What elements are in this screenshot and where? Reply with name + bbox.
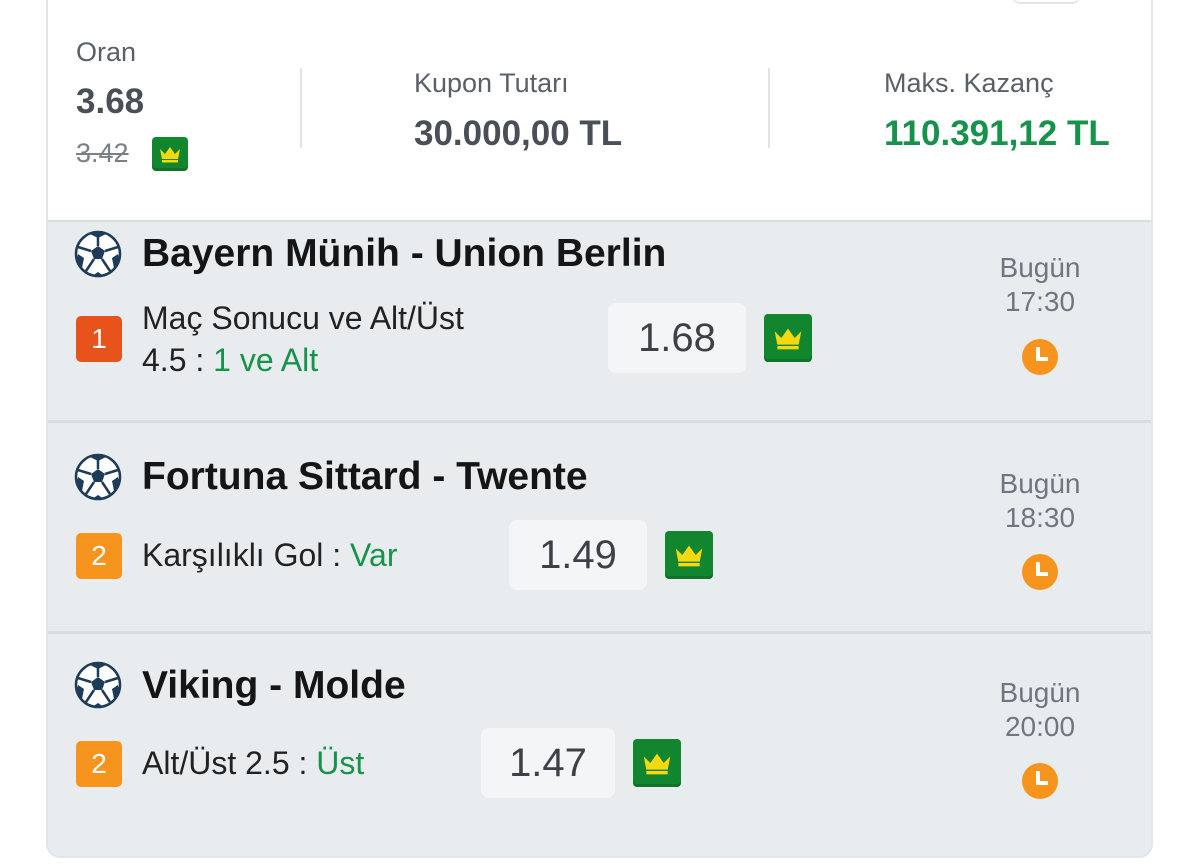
match-title: Fortuna Sittard - Twente bbox=[142, 455, 588, 498]
clock-icon bbox=[1022, 763, 1058, 799]
match-row[interactable]: Bayern Münih - Union Berlin 1 Maç Sonucu… bbox=[48, 222, 1151, 442]
max-win-label: Maks. Kazanç bbox=[884, 68, 1054, 98]
bet-pick: Üst bbox=[316, 745, 365, 781]
old-odds-value: 3.42 bbox=[76, 138, 129, 168]
match-title: Bayern Münih - Union Berlin bbox=[142, 232, 667, 275]
stake-label: Kupon Tutarı bbox=[414, 68, 569, 98]
match-day: Bugün bbox=[999, 252, 1081, 283]
selection-number-badge: 2 bbox=[76, 741, 122, 787]
bet-selection-line: 4.5 : 1 ve Alt bbox=[142, 339, 464, 381]
odds-value: 3.68 bbox=[76, 82, 145, 121]
match-time: 20:00 bbox=[1004, 711, 1076, 742]
selection-number-badge: 2 bbox=[76, 533, 122, 579]
crown-icon bbox=[665, 531, 713, 579]
clock-icon bbox=[1022, 339, 1058, 375]
crown-icon bbox=[633, 739, 681, 787]
soccer-ball-icon bbox=[74, 230, 122, 278]
bet-market: Maç Sonucu ve Alt/Üst bbox=[142, 300, 464, 336]
odds-box[interactable]: 1.47 bbox=[481, 728, 615, 798]
bet-market: Karşılıklı Gol : bbox=[142, 537, 351, 573]
match-time: 17:30 bbox=[1004, 286, 1076, 317]
match-day: Bugün bbox=[999, 677, 1081, 708]
selection-number-badge: 1 bbox=[76, 316, 122, 362]
summary-divider bbox=[768, 68, 770, 148]
bet-pick: Var bbox=[350, 537, 398, 573]
soccer-ball-icon bbox=[74, 661, 122, 709]
odds-box[interactable]: 1.49 bbox=[509, 520, 647, 590]
match-day: Bugün bbox=[999, 468, 1081, 499]
stake-value: 30.000,00 TL bbox=[414, 114, 623, 153]
bet-market: Alt/Üst 2.5 : bbox=[142, 745, 317, 781]
odds-box[interactable]: 1.68 bbox=[608, 303, 746, 373]
crown-icon bbox=[152, 137, 188, 171]
bet-description: Karşılıklı Gol : Var bbox=[142, 534, 397, 576]
odds-label: Oran bbox=[76, 37, 137, 67]
soccer-ball-icon bbox=[74, 453, 122, 501]
collapse-handle bbox=[1011, 0, 1081, 4]
clock-icon bbox=[1022, 554, 1058, 590]
match-row[interactable]: Viking - Molde 2 Alt/Üst 2.5 : Üst 1.47 … bbox=[48, 634, 1151, 856]
bet-description: Alt/Üst 2.5 : Üst bbox=[142, 742, 364, 784]
match-title: Viking - Molde bbox=[142, 664, 406, 707]
bet-market-suffix: 4.5 : bbox=[142, 342, 214, 378]
max-win-value: 110.391,12 TL bbox=[884, 114, 1110, 153]
match-time: 18:30 bbox=[1004, 502, 1076, 533]
crown-icon bbox=[764, 314, 812, 362]
summary-divider bbox=[300, 68, 302, 148]
bet-description: Maç Sonucu ve Alt/Üst 4.5 : 1 ve Alt bbox=[142, 297, 464, 381]
coupon-summary: Oran 3.68 3.42 Kupon Tutarı 30.000,00 TL… bbox=[48, 0, 1151, 222]
match-row[interactable]: Fortuna Sittard - Twente 2 Karşılıklı Go… bbox=[48, 423, 1151, 631]
bet-pick: 1 ve Alt bbox=[213, 342, 319, 378]
coupon-card: Oran 3.68 3.42 Kupon Tutarı 30.000,00 TL… bbox=[46, 0, 1153, 858]
